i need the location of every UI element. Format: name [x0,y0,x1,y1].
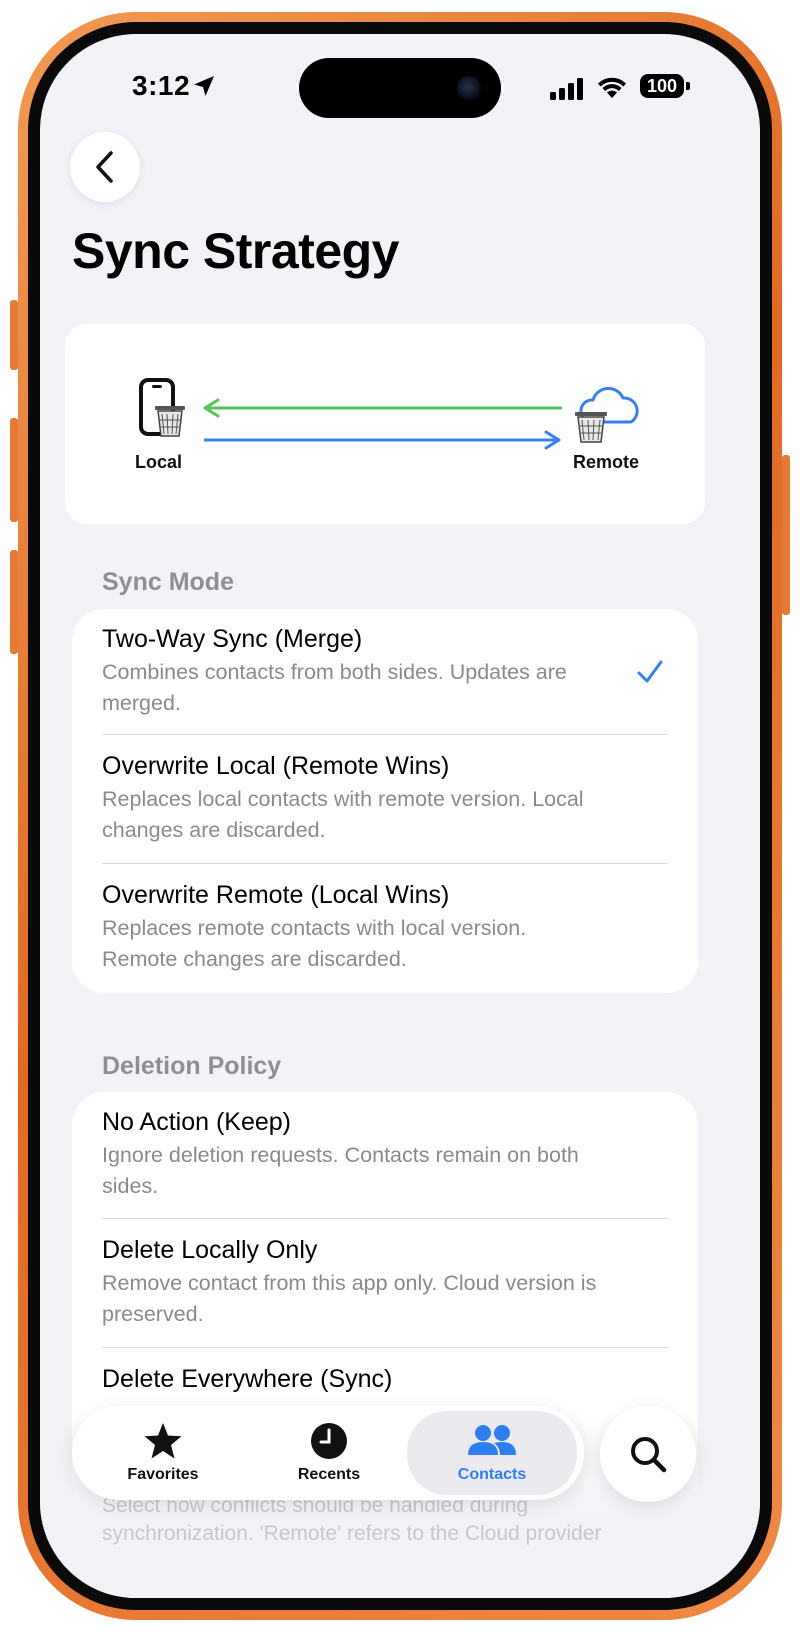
page-title: Sync Strategy [72,223,399,279]
sync-option-overwrite-remote[interactable]: Overwrite Remote (Local Wins) Replaces r… [72,865,698,993]
wifi-icon [598,77,626,98]
checkmark-icon [637,660,663,683]
tab-label: Favorites [127,1466,199,1483]
phone-trash-icon [139,378,185,437]
contacts-icon [468,1425,516,1455]
screen: 3:12 100 Sync Strategy Local Remote Sync… [40,34,760,1598]
cloud-trash-icon [575,387,639,443]
deletion-policy-header: Deletion Policy [102,1052,282,1080]
option-description: Replaces remote contacts with local vers… [102,916,527,971]
option-description: Ignore deletion requests. Contacts remai… [102,1143,579,1198]
deletion-option-delete-locally[interactable]: Delete Locally Only Remove contact from … [72,1220,698,1348]
deletion-option-no-action[interactable]: No Action (Keep) Ignore deletion request… [72,1092,698,1219]
option-title: Overwrite Local (Remote Wins) [102,752,450,780]
tab-contacts[interactable]: Contacts [407,1411,577,1495]
tab-label: Recents [297,1466,361,1483]
option-title: Two-Way Sync (Merge) [102,625,363,653]
footer-note: Select how conflicts should be handled d… [102,1494,602,1545]
action-button [10,300,18,370]
option-title: No Action (Keep) [102,1108,291,1136]
battery-level: 100 [640,74,684,98]
option-title: Delete Everywhere (Sync) [102,1365,393,1393]
option-title: Delete Locally Only [102,1236,318,1264]
clock-icon [311,1423,347,1459]
power-button [782,455,790,615]
local-label: Local [135,452,183,472]
tab-recents[interactable]: Recents [244,1406,414,1500]
sync-option-two-way[interactable]: Two-Way Sync (Merge) Combines contacts f… [72,609,698,735]
tab-bar: Favorites Recents Contacts [72,1406,584,1500]
status-time: 3:12 [132,70,191,101]
remote-label: Remote [573,452,640,472]
cellular-signal-icon [550,78,583,100]
divider [102,1347,668,1348]
tab-favorites[interactable]: Favorites [78,1406,248,1500]
search-button[interactable] [600,1406,696,1502]
location-arrow-icon [194,76,214,96]
divider [102,734,668,735]
sync-option-overwrite-local[interactable]: Overwrite Local (Remote Wins) Replaces l… [72,736,698,864]
sync-mode-header: Sync Mode [102,568,234,596]
option-title: Overwrite Remote (Local Wins) [102,881,450,909]
divider [102,863,668,864]
option-description: Remove contact from this app only. Cloud… [102,1271,597,1326]
tab-label: Contacts [457,1466,527,1483]
sync-mode-card: Two-Way Sync (Merge) Combines contacts f… [72,609,698,993]
chevron-left-icon [96,151,113,183]
dynamic-island [299,58,501,118]
star-icon [144,1423,182,1459]
sync-arrows [203,398,562,450]
camera-icon [457,76,481,100]
volume-up-button [10,418,18,522]
sync-diagram: Local Remote [65,324,705,524]
divider [102,1218,668,1219]
battery-indicator: 100 [640,74,692,102]
option-description: Combines contacts from both sides. Updat… [102,660,567,715]
back-button[interactable] [70,132,140,202]
search-icon [631,1437,667,1473]
volume-down-button [10,550,18,654]
option-description: Replaces local contacts with remote vers… [102,787,584,842]
